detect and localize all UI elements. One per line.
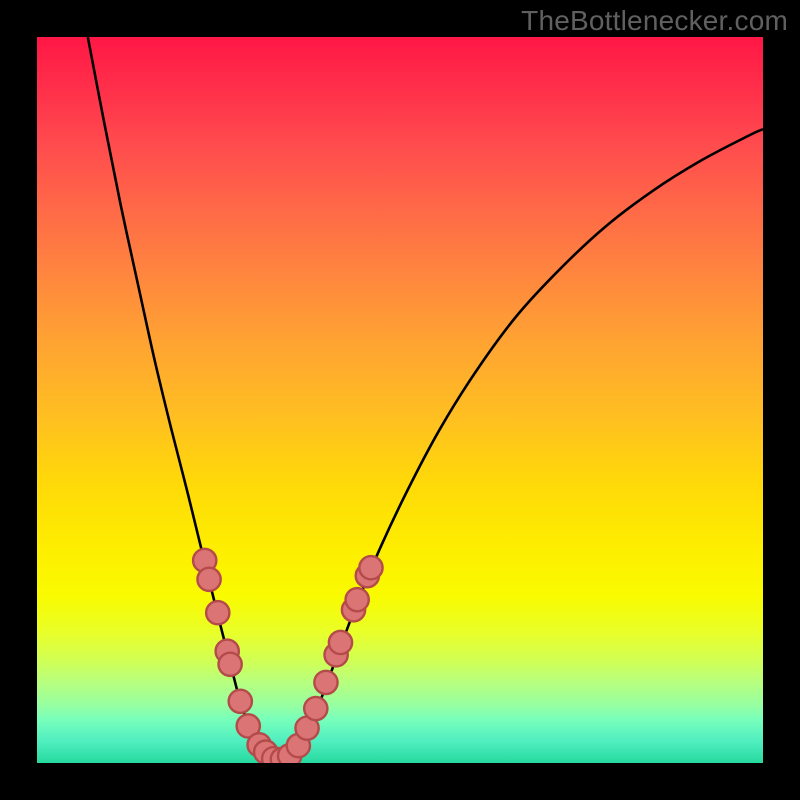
watermark-text: TheBottlenecker.com (521, 5, 788, 37)
chart-stage: TheBottlenecker.com (0, 0, 800, 800)
chart-svg (37, 37, 763, 763)
bottleneck-curve (88, 37, 763, 760)
data-marker (219, 653, 242, 676)
marker-group (193, 549, 382, 763)
data-marker (304, 697, 327, 720)
data-marker (206, 601, 229, 624)
data-marker (314, 671, 337, 694)
data-marker (359, 556, 382, 579)
data-marker (329, 631, 352, 654)
data-marker (346, 588, 369, 611)
data-marker (229, 690, 252, 713)
data-marker (197, 568, 220, 591)
plot-area (37, 37, 763, 763)
